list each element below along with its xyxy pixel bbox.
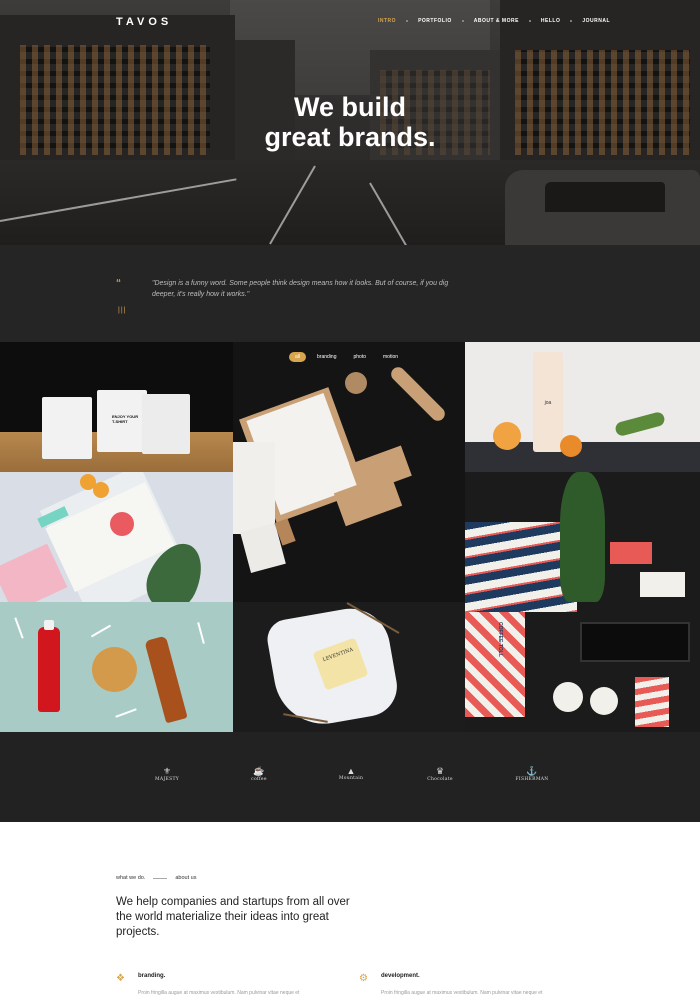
tab-what-we-do[interactable]: what we do. [116, 875, 145, 881]
gears-icon: ⚙ [359, 973, 368, 984]
tab-about-us[interactable]: about us [175, 875, 196, 881]
quote-text: "Design is a funny word. Some people thi… [152, 280, 449, 298]
nav-item-portfolio[interactable]: PORTFOLIO [418, 18, 452, 24]
tile-label: ENJOY YOUR T-SHIRT [112, 414, 139, 424]
nav-item-about[interactable]: ABOUT & MORE [474, 18, 519, 24]
about-lead: We help companies and startups from all … [116, 896, 350, 938]
nav-item-hello[interactable]: HELLO [541, 18, 560, 24]
client-logo-fisherman: ⚓ FISHERMAN [512, 766, 552, 792]
mountain-icon: ▲ [346, 766, 356, 776]
service-title: branding. [138, 973, 166, 979]
portfolio-filters: all branding photo motion [289, 352, 404, 362]
nav-item-journal[interactable]: JOURNAL [582, 18, 610, 24]
portfolio-tile-takeaway-boxes[interactable]: ENJOY YOUR T-SHIRT [0, 342, 233, 472]
cup-icon: ☕ [253, 766, 265, 776]
headline-line-1: We build [294, 92, 406, 122]
service-title: development. [381, 973, 420, 979]
portfolio-tile-sushi[interactable]: COFFEE-TOLL [465, 472, 700, 732]
tile-label: COFFEE-TOLL [497, 622, 503, 657]
anchor-icon: ⚓ [526, 766, 538, 776]
hero-headline: We build great brands. [0, 92, 700, 152]
crown-icon: ♛ [435, 766, 445, 776]
service-development: ⚙ development. Proin fringilla augue at … [359, 973, 542, 996]
filter-photo[interactable]: photo [347, 352, 372, 362]
tab-divider [153, 877, 168, 879]
headline-line-2: great brands. [264, 122, 436, 152]
portfolio-tile-brochure[interactable] [0, 472, 233, 602]
filter-motion[interactable]: motion [377, 352, 404, 362]
client-logo-majesty: ⚜ MAJESTY [147, 766, 187, 792]
service-desc: Proin fringilla augue at maximus vestibu… [138, 990, 300, 996]
nav-item-intro[interactable]: INTRO [378, 18, 396, 24]
client-logo-chocolate: ♛ Chocolate [420, 766, 460, 792]
service-desc: Proin fringilla augue at maximus vestibu… [381, 990, 543, 996]
nav-separator [570, 20, 573, 22]
filter-branding[interactable]: branding [311, 352, 342, 362]
main-nav: INTRO PORTFOLIO ABOUT & MORE HELLO JOURN… [378, 18, 610, 24]
about-tabs: what we do. about us [116, 875, 196, 881]
taxi-car [505, 170, 700, 245]
portfolio-tile-cheese[interactable]: LEVENTINA [233, 602, 465, 732]
client-logo-coffee: ☕ coffee [239, 766, 279, 792]
portfolio-tile-bottles[interactable] [0, 602, 233, 732]
quote-icon: “ [116, 278, 121, 289]
tile-label: joa [544, 400, 552, 406]
nav-separator [406, 20, 409, 22]
quote-bars-icon: ||| [118, 307, 127, 314]
portfolio-tile-juice[interactable]: joa [465, 342, 700, 472]
client-logo-mountain: ▲ Mountain [331, 766, 371, 792]
crest-icon: ⚜ [162, 766, 172, 776]
portfolio-tile-stationery[interactable] [233, 342, 465, 602]
nav-separator [461, 20, 464, 22]
puzzle-icon: ❖ [116, 973, 125, 984]
hero-section: TAVOS INTRO PORTFOLIO ABOUT & MORE HELLO… [0, 0, 700, 245]
site-logo[interactable]: TAVOS [116, 16, 172, 28]
service-branding: ❖ branding. Proin fringilla augue at max… [116, 973, 299, 996]
filter-all[interactable]: all [289, 352, 307, 362]
nav-separator [528, 20, 531, 22]
